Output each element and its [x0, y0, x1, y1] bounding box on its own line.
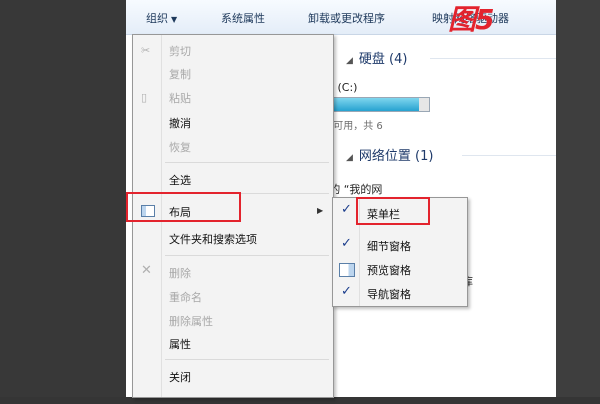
section-divider	[462, 155, 556, 156]
submenu-arrow-icon: ▶	[317, 206, 324, 215]
cut-icon: ✂	[141, 44, 151, 57]
menu-item-cut[interactable]: 剪切	[169, 43, 191, 59]
background-bottom	[0, 397, 600, 404]
menu-item-copy[interactable]: 复制	[169, 66, 191, 82]
menu-item-close[interactable]: 关闭	[169, 369, 191, 385]
menu-item-properties[interactable]: 属性	[169, 336, 191, 352]
menu-item-paste[interactable]: 粘贴	[169, 90, 191, 106]
paste-icon: ▯	[141, 91, 148, 104]
menu-item-rename[interactable]: 重命名	[169, 289, 202, 305]
background-left	[0, 0, 126, 404]
collapse-arrow-icon: ◢	[346, 56, 353, 66]
check-icon: ✓	[341, 202, 352, 217]
preview-pane-icon	[339, 263, 355, 277]
network-title: 网络位置 (1)	[358, 149, 434, 164]
hard-drives-header[interactable]: ◢ 硬盘 (4)	[346, 48, 407, 67]
submenu-item-navigation-pane[interactable]: 导航窗格	[367, 286, 411, 302]
menu-item-redo[interactable]: 恢复	[169, 139, 191, 155]
system-properties-button[interactable]: 系统属性	[221, 10, 265, 26]
collapse-arrow-icon: ◢	[346, 153, 353, 163]
highlight-box-layout	[126, 192, 241, 222]
menu-separator	[165, 359, 329, 360]
hard-drives-title: 硬盘 (4)	[358, 52, 408, 67]
menu-separator	[165, 255, 329, 256]
menu-item-folder-options[interactable]: 文件夹和搜索选项	[169, 231, 257, 247]
submenu-item-details-pane[interactable]: 细节窗格	[367, 238, 411, 254]
background-right	[556, 0, 600, 404]
uninstall-program-button[interactable]: 卸载或更改程序	[308, 10, 385, 26]
organize-button[interactable]: 组织 ▼	[146, 10, 177, 26]
delete-icon: ✕	[141, 263, 152, 278]
menu-item-undo[interactable]: 撤消	[169, 115, 191, 131]
check-icon: ✓	[341, 284, 352, 299]
submenu-item-preview-pane[interactable]: 预览窗格	[367, 262, 411, 278]
command-bar: 组织 ▼ 系统属性 卸载或更改程序 映射网络驱动器 图5	[126, 0, 556, 36]
menu-item-remove-properties[interactable]: 删除属性	[169, 313, 213, 329]
menu-separator	[165, 162, 329, 163]
dropdown-arrow-icon: ▼	[171, 15, 178, 24]
organize-label: 组织	[146, 12, 168, 25]
menu-item-select-all[interactable]: 全选	[169, 172, 191, 188]
figure-label: 图5	[448, 3, 494, 36]
highlight-box-menu-bar	[356, 197, 430, 225]
check-icon: ✓	[341, 236, 352, 251]
section-divider	[430, 58, 556, 59]
network-locations-header[interactable]: ◢ 网络位置 (1)	[346, 145, 433, 164]
menu-item-delete[interactable]: 删除	[169, 265, 191, 281]
